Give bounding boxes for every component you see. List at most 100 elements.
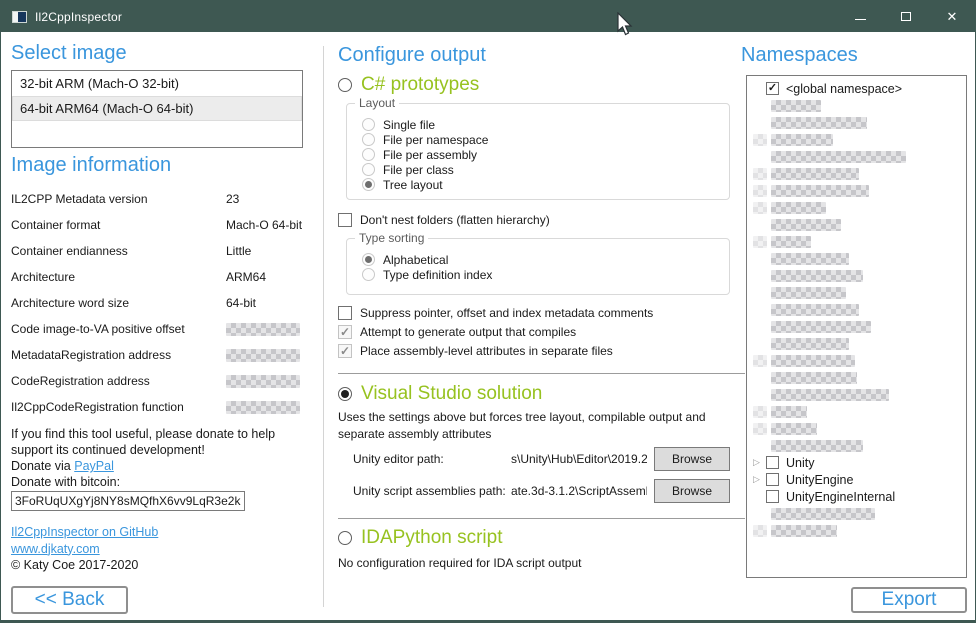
layout-option-radio[interactable]: File per namespace (362, 132, 729, 147)
redacted-namespace (771, 440, 863, 452)
layout-option-radio[interactable]: File per class (362, 162, 729, 177)
unity-script-path-value[interactable]: ate.3d-3.1.2\ScriptAssemblies (511, 484, 647, 498)
github-link[interactable]: Il2CppInspector on GitHub (11, 525, 158, 539)
radio-icon (362, 163, 375, 176)
window-title: Il2CppInspector (35, 10, 122, 24)
redacted-namespace (771, 389, 889, 401)
info-label: Architecture word size (11, 296, 226, 310)
image-listbox[interactable]: 32-bit ARM (Mach-O 32-bit) 64-bit ARM64 … (11, 70, 303, 148)
redacted-namespace (771, 253, 849, 265)
info-row: Container format Mach-O 64-bit (11, 212, 315, 238)
namespace-row[interactable] (747, 233, 966, 250)
namespace-row[interactable] (747, 403, 966, 420)
namespace-checkbox[interactable] (766, 456, 779, 469)
namespace-label: UnityEngine (786, 473, 853, 487)
layout-option-radio[interactable]: Single file (362, 117, 729, 132)
info-label: Container format (11, 218, 226, 232)
compile-output-checkbox[interactable]: Attempt to generate output that compiles (338, 324, 576, 340)
bitcoin-address-input[interactable] (11, 491, 245, 511)
namespace-row[interactable]: Unity (747, 454, 966, 471)
namespace-checkbox[interactable] (766, 490, 779, 503)
namespace-checkbox[interactable] (766, 473, 779, 486)
namespace-row[interactable] (747, 148, 966, 165)
sorting-option-radio[interactable]: Alphabetical (362, 252, 729, 267)
namespace-row[interactable] (747, 199, 966, 216)
namespace-row[interactable] (747, 369, 966, 386)
namespace-row[interactable] (747, 250, 966, 267)
window-titlebar[interactable]: Il2CppInspector ✕ (1, 1, 975, 32)
close-button[interactable]: ✕ (929, 1, 975, 32)
redacted-namespace (771, 168, 859, 180)
maximize-icon (901, 12, 911, 21)
website-link[interactable]: www.djkaty.com (11, 542, 100, 556)
namespace-checkbox[interactable] (766, 82, 779, 95)
back-button[interactable]: << Back (11, 586, 128, 614)
csharp-prototypes-radio[interactable]: C# prototypes (338, 74, 479, 96)
info-value: Little (226, 244, 251, 258)
layout-option-radio[interactable]: Tree layout (362, 177, 729, 192)
namespace-row[interactable] (747, 386, 966, 403)
select-image-heading: Select image (11, 42, 127, 65)
browse-editor-button[interactable]: Browse (654, 447, 730, 471)
app-window: Il2CppInspector ✕ Select image 32-bit AR… (0, 0, 976, 623)
info-row: Architecture ARM64 (11, 264, 315, 290)
redacted-namespace (771, 151, 906, 163)
namespace-row[interactable] (747, 437, 966, 454)
redacted-namespace (771, 117, 867, 129)
browse-script-button[interactable]: Browse (654, 479, 730, 503)
checkbox-icon (338, 325, 352, 339)
redacted-block (753, 423, 767, 435)
namespace-row[interactable]: <global namespace> (747, 80, 966, 97)
namespaces-list[interactable]: <global namespace> (746, 75, 967, 578)
namespace-row[interactable] (747, 182, 966, 199)
namespace-row[interactable] (747, 522, 966, 539)
layout-option-radio[interactable]: File per assembly (362, 147, 729, 162)
assembly-attributes-checkbox[interactable]: Place assembly-level attributes in separ… (338, 343, 613, 359)
namespace-row[interactable]: UnityEngine (747, 471, 966, 488)
image-option[interactable]: 32-bit ARM (Mach-O 32-bit) (12, 71, 302, 96)
section-separator (338, 518, 745, 519)
expander-icon[interactable] (753, 474, 766, 485)
namespace-row[interactable] (747, 216, 966, 233)
namespace-row[interactable] (747, 267, 966, 284)
export-button[interactable]: Export (851, 587, 967, 613)
unity-script-path-row: Unity script assemblies path: ate.3d-3.1… (353, 479, 730, 503)
footer-links: Il2CppInspector on GitHub www.djkaty.com… (11, 524, 158, 574)
namespace-row[interactable] (747, 301, 966, 318)
expander-icon[interactable] (753, 457, 766, 468)
namespace-row[interactable] (747, 335, 966, 352)
radio-icon (362, 133, 375, 146)
visual-studio-radio[interactable]: Visual Studio solution (338, 383, 542, 405)
info-row: IL2CPP Metadata version 23 (11, 186, 315, 212)
redacted-block (753, 355, 767, 367)
namespace-row[interactable] (747, 318, 966, 335)
unity-editor-path-value[interactable]: s\Unity\Hub\Editor\2019.2.8f1 (511, 452, 647, 466)
namespace-row[interactable] (747, 114, 966, 131)
info-row: MetadataRegistration address (11, 342, 315, 368)
maximize-button[interactable] (883, 1, 929, 32)
namespace-row[interactable] (747, 284, 966, 301)
radio-icon (362, 253, 375, 266)
namespace-row[interactable]: UnityEngineInternal (747, 488, 966, 505)
suppress-comments-checkbox[interactable]: Suppress pointer, offset and index metad… (338, 305, 653, 321)
redacted-block (753, 185, 767, 197)
redacted-namespace (771, 525, 837, 537)
namespace-row[interactable] (747, 505, 966, 522)
info-value: Mach-O 64-bit (226, 218, 302, 232)
sorting-option-radio[interactable]: Type definition index (362, 267, 729, 282)
ida-description: No configuration required for IDA script… (338, 555, 581, 572)
image-info-table: IL2CPP Metadata version 23 Container for… (11, 186, 315, 420)
namespace-row[interactable] (747, 165, 966, 182)
namespace-row[interactable] (747, 131, 966, 148)
info-row: Il2CppCodeRegistration function (11, 394, 315, 420)
namespace-row[interactable] (747, 352, 966, 369)
paypal-link[interactable]: PayPal (74, 459, 114, 473)
flatten-checkbox[interactable]: Don't nest folders (flatten hierarchy) (338, 212, 550, 228)
copyright: © Katy Coe 2017-2020 (11, 557, 158, 574)
info-row: Code image-to-VA positive offset (11, 316, 315, 342)
namespace-row[interactable] (747, 420, 966, 437)
idapython-radio[interactable]: IDAPython script (338, 527, 503, 549)
minimize-button[interactable] (837, 1, 883, 32)
image-option[interactable]: 64-bit ARM64 (Mach-O 64-bit) (12, 96, 302, 121)
namespace-row[interactable] (747, 97, 966, 114)
